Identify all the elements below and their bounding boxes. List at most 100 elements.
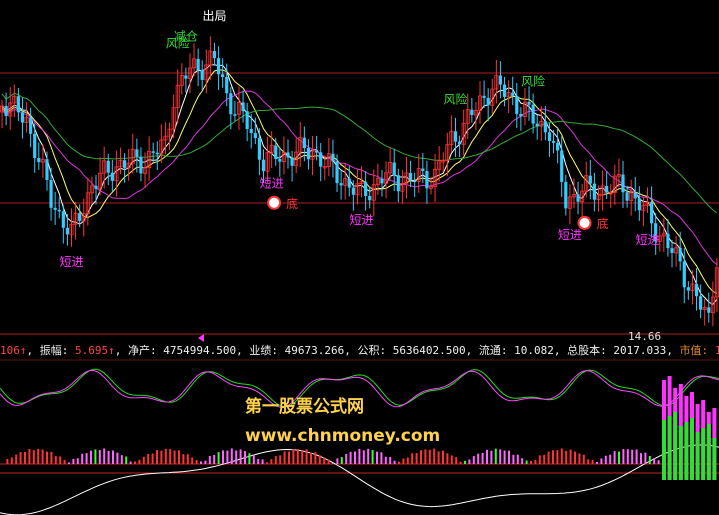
indicator-bar <box>433 448 436 464</box>
indicator-bar <box>6 458 9 464</box>
candle-body <box>694 283 699 297</box>
indicator-bar <box>613 451 616 464</box>
indicator-bar <box>604 455 607 464</box>
indicator-bar <box>37 448 40 464</box>
candle-body <box>547 132 552 142</box>
indicator-bar <box>41 449 44 464</box>
candle-body <box>392 162 396 176</box>
indicator-bar <box>116 452 119 464</box>
indicator-bar-green <box>701 428 706 480</box>
annotation-label: 短进 <box>558 228 582 242</box>
indicator-bar <box>318 455 321 464</box>
indicator-bar <box>125 456 128 464</box>
indicator-bar <box>446 453 449 464</box>
indicator-bar <box>314 452 317 464</box>
candle-body <box>139 156 143 174</box>
candle-body <box>286 152 290 158</box>
annotation-label: 底 <box>597 216 609 231</box>
indicator-bar <box>310 452 312 464</box>
indicator-bar <box>156 450 158 464</box>
info-item: 5636402.500 <box>392 344 466 357</box>
candle-body <box>29 117 33 134</box>
candle-body <box>135 149 139 157</box>
candle-body <box>457 141 462 145</box>
candle-body <box>453 131 458 142</box>
indicator-bar <box>543 454 546 464</box>
annotation-label: 底 <box>286 196 298 211</box>
indicator-bar <box>63 459 66 464</box>
candle-body <box>78 213 82 221</box>
indicator-bar <box>512 454 515 464</box>
indicator-bar <box>28 449 31 464</box>
indicator-bar <box>631 449 634 464</box>
cursor-triangle-icon[interactable] <box>198 334 204 342</box>
candle-body <box>670 248 674 253</box>
indicator-bar <box>499 449 502 464</box>
indicator-bar <box>182 454 185 464</box>
indicator-bar <box>24 452 26 464</box>
indicator-bar <box>455 457 458 464</box>
candle-body <box>351 187 355 195</box>
candle-body <box>621 174 625 193</box>
indicator-bar <box>54 456 57 464</box>
indicator-bar <box>208 455 211 464</box>
indicator-bar <box>468 459 471 464</box>
indicator-bar <box>195 460 198 464</box>
indicator-bar <box>362 450 365 464</box>
indicator-bar <box>393 460 396 464</box>
indicator-bar <box>420 450 422 464</box>
indicator-bar-green <box>673 412 678 480</box>
candle-body <box>196 58 200 71</box>
candle-body <box>470 109 474 116</box>
indicator-bar <box>428 449 431 464</box>
indicator-bar <box>68 462 70 464</box>
candle-body <box>65 227 70 235</box>
indicator-bar <box>50 451 53 464</box>
candle-body <box>625 192 629 201</box>
candle-body <box>576 194 580 202</box>
indicator-bar <box>270 459 273 464</box>
info-item: , 净产: <box>114 344 164 357</box>
indicator-bar <box>345 453 348 464</box>
candle-body <box>331 153 335 162</box>
indicator-bar <box>534 459 537 464</box>
indicator-bar <box>367 448 370 464</box>
candle-body <box>498 75 503 85</box>
annotation-label: 出局 <box>202 9 226 23</box>
indicator-bar <box>94 449 97 464</box>
indicator-bar <box>292 449 295 464</box>
candle-body <box>241 102 245 112</box>
candle-body <box>290 157 294 166</box>
indicator-bar-green <box>667 416 672 480</box>
indicator-bar <box>406 457 409 464</box>
candle-body <box>380 178 384 184</box>
indicator-bar <box>301 449 304 464</box>
candle-body <box>551 141 556 143</box>
indicator-bar <box>274 456 277 464</box>
indicator-bar <box>560 448 563 464</box>
candle-body <box>502 84 507 97</box>
candle-body <box>61 211 65 228</box>
candlesticks <box>0 36 719 327</box>
indicator-bar <box>494 448 497 464</box>
candle-body <box>151 151 155 153</box>
candle-body <box>637 198 641 211</box>
candle-body <box>527 101 531 105</box>
candle-body <box>37 158 41 163</box>
indicator-bar <box>283 451 286 464</box>
candle-body <box>4 106 8 116</box>
indicator-bar <box>622 449 625 464</box>
indicator-bar <box>305 449 308 464</box>
annotation-label: 短进 <box>636 233 660 247</box>
indicator-bar <box>327 459 330 464</box>
indicator-bar <box>354 451 356 464</box>
indicator-bar <box>257 459 260 464</box>
candle-body <box>261 159 266 172</box>
candle-body <box>335 161 339 184</box>
indicator-bar <box>503 450 506 464</box>
indicator-bar <box>15 454 18 464</box>
indicator-bar <box>358 448 361 464</box>
info-item: , 总股本: <box>553 344 614 357</box>
indicator-bar <box>226 450 229 464</box>
info-item: 4754994.500 <box>163 344 237 357</box>
